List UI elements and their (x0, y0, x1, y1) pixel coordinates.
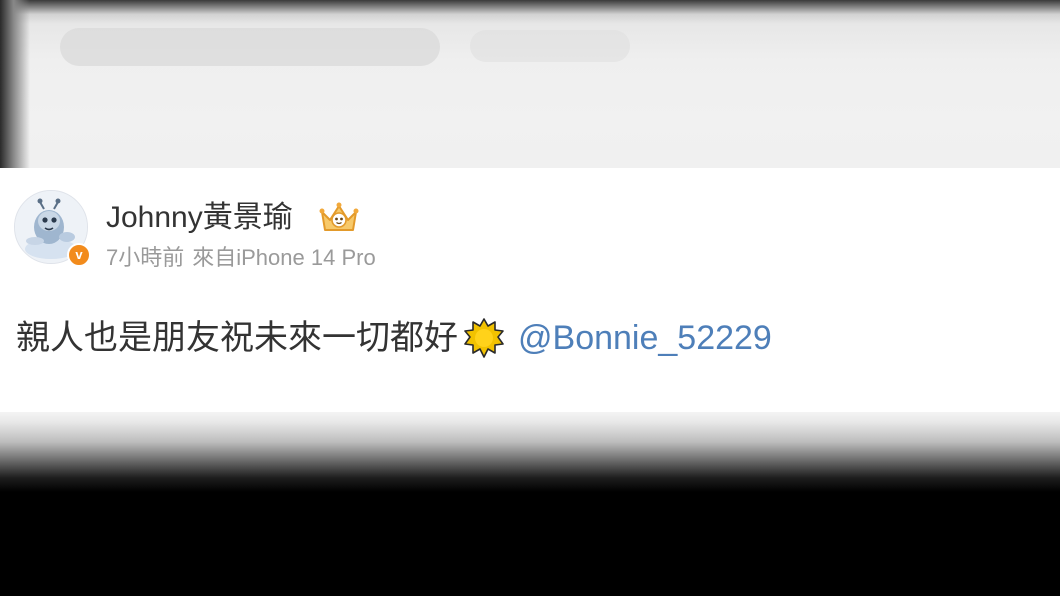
mention-link[interactable]: @Bonnie_52229 (518, 318, 772, 358)
sun-icon (464, 318, 504, 358)
sun-emoji-graphic (464, 318, 504, 358)
vip-crown-icon[interactable] (316, 198, 362, 238)
post-content: 親人也是朋友祝未來一切都好 @Bonnie_52229 (16, 318, 772, 358)
post-source: 來自iPhone 14 Pro (192, 245, 376, 270)
screenshot-stage: v Johnny黃景瑜 7小時前 來自iPhone 14 Pro 親人也是朋友祝未… (0, 0, 1060, 596)
blurred-text-smudge (60, 28, 440, 66)
left-vignette (0, 0, 30, 168)
user-avatar-container[interactable]: v (14, 190, 91, 267)
weibo-post-card: v Johnny黃景瑜 7小時前 來自iPhone 14 Pro 親人也是朋友祝未… (0, 168, 1060, 412)
post-text: 親人也是朋友祝未來一切都好 (16, 319, 458, 357)
post-meta: 7小時前 來自iPhone 14 Pro (106, 244, 376, 272)
bottom-vignette (0, 412, 1060, 596)
username[interactable]: Johnny黃景瑜 (106, 200, 293, 236)
verified-badge-icon: v (67, 243, 91, 267)
blurred-background-top (0, 0, 1060, 168)
vip-crown-graphic (319, 202, 359, 231)
post-time[interactable]: 7小時前 (106, 245, 184, 270)
top-vignette (0, 0, 1060, 24)
blurred-text-smudge-2 (470, 30, 630, 62)
